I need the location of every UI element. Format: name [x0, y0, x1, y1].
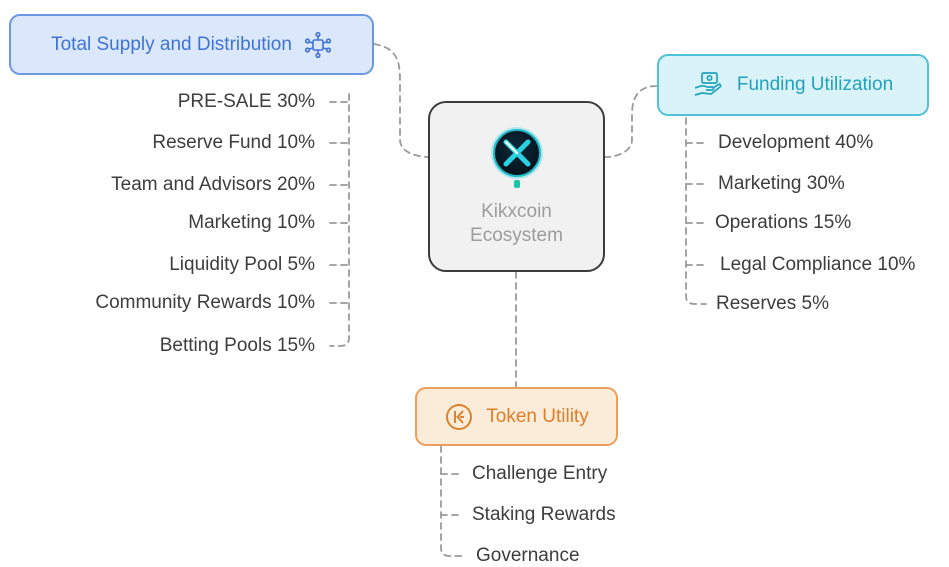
supply-item: Liquidity Pool 5%	[169, 254, 315, 275]
token-utility-title: Token Utility	[486, 405, 589, 427]
supply-item: Community Rewards 10%	[95, 292, 315, 313]
kikxcoin-x-logo-icon	[489, 126, 545, 192]
funding-item: Operations 15%	[715, 212, 852, 233]
funding-utilization-node[interactable]: Funding Utilization	[657, 54, 929, 116]
hand-holding-money-icon	[693, 71, 723, 99]
kikxcoin-ecosystem-node[interactable]: Kikxcoin Ecosystem	[428, 101, 605, 272]
funding-item: Development 40%	[718, 132, 874, 153]
supply-item: Marketing 10%	[188, 212, 315, 233]
supply-item: PRE-SALE 30%	[177, 91, 315, 112]
token-coin-icon	[444, 402, 474, 432]
total-supply-node[interactable]: Total Supply and Distribution	[9, 14, 374, 75]
token-utility-node[interactable]: Token Utility	[415, 387, 618, 446]
supply-item: Team and Advisors 20%	[111, 174, 315, 195]
funding-item: Legal Compliance 10%	[720, 254, 916, 275]
kikxcoin-ecosystem-label: Kikxcoin Ecosystem	[470, 200, 563, 246]
supply-item: Betting Pools 15%	[159, 335, 315, 356]
supply-item: Reserve Fund 10%	[152, 132, 315, 153]
total-supply-title: Total Supply and Distribution	[51, 33, 292, 55]
funding-item: Reserves 5%	[716, 293, 829, 314]
network-nodes-icon	[304, 31, 332, 59]
funding-item: Marketing 30%	[718, 173, 845, 194]
utility-item: Challenge Entry	[472, 463, 608, 484]
utility-item: Staking Rewards	[472, 504, 616, 525]
funding-utilization-title: Funding Utilization	[736, 74, 894, 95]
